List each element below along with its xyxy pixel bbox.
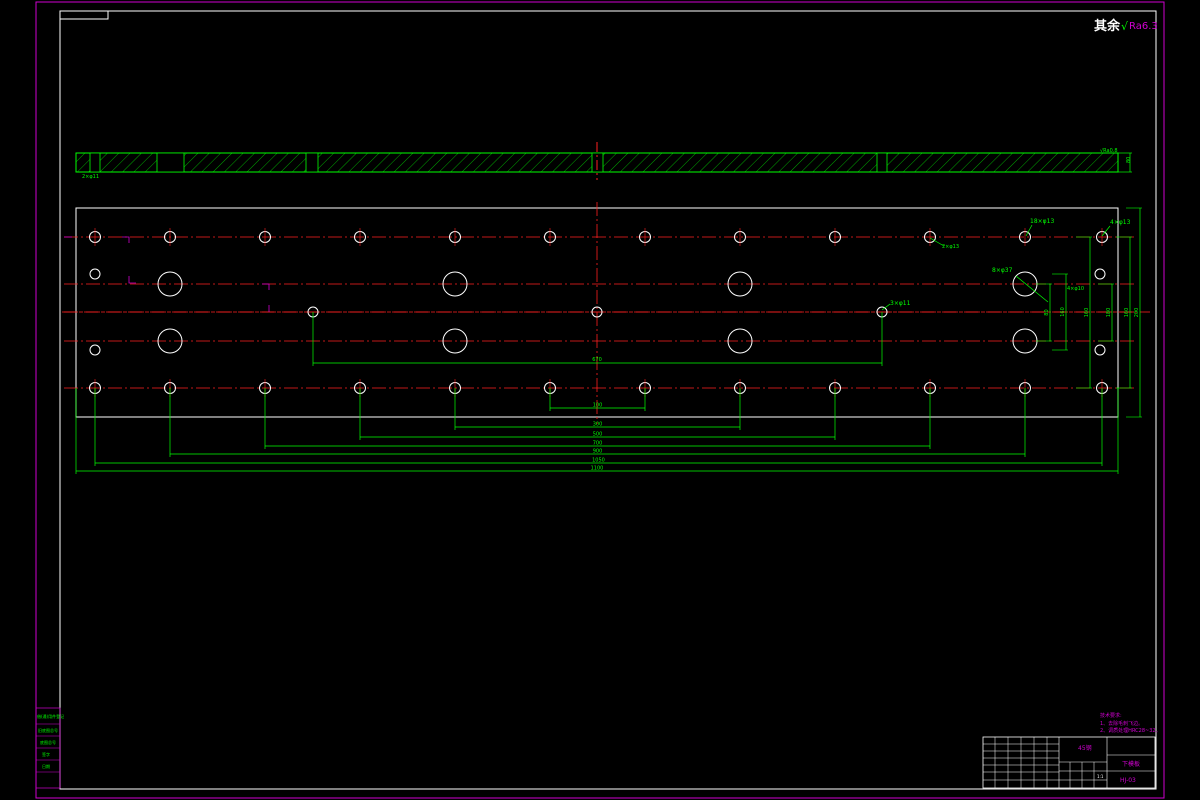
- side-label-1: 借(通)用件登记: [37, 713, 64, 719]
- leader-bolt: [1015, 275, 1049, 303]
- dim-label: 1050: [592, 458, 605, 464]
- dim-label: 900: [593, 449, 603, 455]
- section-hole-gap: [305, 152, 319, 173]
- section-hole-gap: [156, 152, 185, 173]
- callout-center-holes: 3×φ11: [890, 300, 911, 307]
- corner-tab: [59, 10, 109, 20]
- vdim-label: 200: [1134, 308, 1140, 318]
- side-label-2: 旧底图总号: [38, 727, 58, 733]
- outer-border: [35, 1, 1165, 799]
- surface-finish-symbol: √: [1121, 20, 1129, 33]
- dim-label: 500: [593, 432, 603, 438]
- leader-corner: [1101, 225, 1111, 237]
- side-label-4: 签字: [42, 751, 50, 757]
- tech-note-2: 2、调质处理HRC28~32。: [1100, 727, 1161, 734]
- section-hole-gap: [876, 152, 888, 173]
- section-hole-gap: [89, 152, 101, 173]
- section-right-callout: √Ra0.8: [1100, 148, 1118, 154]
- side-label-5: 日期: [42, 763, 50, 769]
- dim-label: 100: [593, 403, 603, 409]
- vdim-label: 160: [1124, 308, 1130, 318]
- view-marker-1: [122, 236, 130, 243]
- dim-label-center: 670: [592, 357, 602, 363]
- hole-side: [1094, 268, 1106, 280]
- callout-corner-holes: 4×φ13: [1110, 219, 1131, 226]
- hole-side: [1094, 344, 1106, 356]
- title-drawing-no: HJ-03: [1120, 777, 1136, 784]
- section-view: 2×φ11 √Ra0.8 80: [75, 142, 1132, 180]
- title-block: 45钢 下模板 HJ-03 1:1: [982, 736, 1156, 789]
- title-part-name: 下模板: [1122, 760, 1140, 768]
- callout-bolt-holes: 8×φ37: [992, 267, 1013, 274]
- tech-notes: 技术要求: 1、去除毛刺飞边。 2、调质处理HRC28~32。: [1100, 712, 1161, 734]
- hole-side: [89, 344, 101, 356]
- vdim-label: 180: [1106, 308, 1112, 318]
- dim-label: 1100: [591, 466, 604, 472]
- tech-note-1: 1、去除毛刺飞边。: [1100, 720, 1143, 727]
- surface-finish-value: Ra6.3: [1129, 21, 1158, 32]
- side-stamp-column: 借(通)用件登记 旧底图总号 底图总号 签字 日期: [35, 707, 64, 789]
- dim-label: 700: [593, 441, 603, 447]
- vdim-label: 160: [1084, 308, 1090, 318]
- callout-side-holes: 4×φ10: [1067, 286, 1084, 292]
- view-marker-2: [128, 276, 136, 284]
- leader-top-row: [1025, 224, 1033, 237]
- callout-middle-left: 2×φ13: [942, 244, 959, 250]
- inner-border: [59, 10, 1157, 790]
- view-marker-3: [262, 283, 270, 290]
- dim-label: 300: [593, 422, 603, 428]
- title-material: 45钢: [1078, 744, 1092, 752]
- surface-finish-prefix: 其余: [1094, 18, 1121, 34]
- section-thickness-label: 80: [1126, 157, 1132, 163]
- vdim-label: 80: [1044, 309, 1050, 315]
- hole-side: [89, 268, 101, 280]
- section-left-callout: 2×φ11: [82, 174, 99, 180]
- vdim-label: 160: [1060, 307, 1066, 317]
- side-label-3: 底图总号: [40, 739, 56, 745]
- callout-top-row-holes: 18×φ13: [1030, 218, 1054, 225]
- tech-notes-title: 技术要求:: [1100, 712, 1122, 719]
- title-scale: 1:1: [1097, 774, 1104, 779]
- plan-view: 100 300 500 700 900 1050 1100 670 80 160 160 180 16…: [62, 202, 1150, 474]
- engineering-drawing: 其余 √ Ra6.3 2×φ11 √Ra0.8 80 100 300 500 700 9…: [35, 1, 1165, 799]
